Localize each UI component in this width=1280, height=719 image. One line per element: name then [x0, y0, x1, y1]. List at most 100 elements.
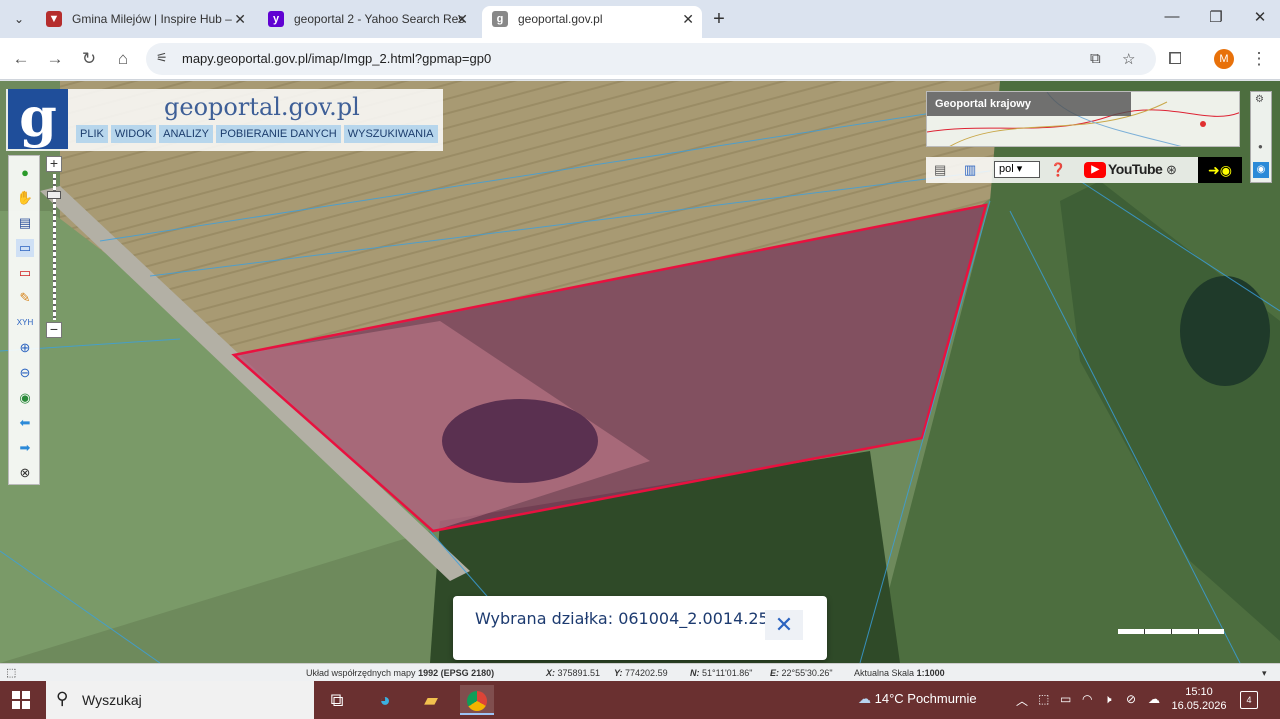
- notification-count: 4: [1246, 695, 1252, 705]
- geoportal-logo[interactable]: g: [8, 89, 68, 149]
- close-window-icon[interactable]: ✕: [1248, 8, 1272, 26]
- previous-view-icon[interactable]: ⬅: [16, 414, 34, 432]
- zoom-plus-button[interactable]: +: [46, 156, 62, 172]
- menu-pobieranie-danych[interactable]: POBIERANIE DANYCH: [216, 125, 341, 143]
- zoom-minus-button[interactable]: −: [46, 322, 62, 338]
- top-right-toolbar: ▤ ▥ pol ▾ ❓ ▶ YouTube ⊛ ➜◉: [926, 157, 1242, 183]
- main-menu: PLIK WIDOK ANALIZY POBIERANIE DANYCH WYS…: [76, 125, 438, 143]
- address-bar: ← → ↻ ⌂ ⚟ mapy.geoportal.gov.pl/imap/Img…: [0, 38, 1280, 80]
- extensions-icon[interactable]: ⧠: [1164, 48, 1186, 70]
- geoportal-icon: g: [492, 11, 508, 27]
- map-view[interactable]: g geoportal.gov.pl PLIK WIDOK ANALIZY PO…: [0, 81, 1280, 663]
- clock-time: 15:10: [1185, 686, 1213, 698]
- x-label: X:: [546, 668, 555, 678]
- layers-icon[interactable]: ⚙: [1255, 94, 1264, 105]
- onedrive-icon[interactable]: ☁: [1148, 692, 1160, 706]
- close-popup-button[interactable]: ✕: [765, 610, 803, 640]
- close-icon[interactable]: ✕: [682, 6, 694, 32]
- language-value: pol: [999, 163, 1014, 175]
- menu-wyszukiwania[interactable]: WYSZUKIWANIA: [343, 125, 438, 143]
- reload-icon[interactable]: ↻: [78, 48, 100, 70]
- tab-title: geoportal 2 - Yahoo Search Res: [294, 12, 465, 26]
- install-app-icon[interactable]: ⧉: [1090, 50, 1101, 67]
- coord-x: X: 375891.51: [546, 665, 600, 681]
- network-off-icon[interactable]: ⊘: [1126, 692, 1136, 706]
- bookmark-star-icon[interactable]: ☆: [1122, 50, 1135, 68]
- crs-label: Układ współrzędnych mapy: [306, 668, 416, 678]
- task-view-icon[interactable]: ⧉: [320, 685, 354, 715]
- close-icon[interactable]: ✕: [234, 6, 246, 32]
- overview-map[interactable]: Geoportal krajowy: [926, 91, 1240, 147]
- resize-icon[interactable]: ⬚: [6, 665, 16, 681]
- selected-parcel-text: Wybrana działka: 061004_2.0014.257: [475, 609, 779, 628]
- wifi-icon[interactable]: ◠: [1082, 692, 1092, 706]
- select-area-icon[interactable]: ▭: [16, 239, 34, 257]
- zoom-handle[interactable]: [47, 191, 61, 199]
- map-tools: ● ✋ ▤ ▭ ▭ ✎ XYH ⊕ ⊖ ◉ ⬅ ➡ ⊗: [8, 155, 40, 485]
- help-icon[interactable]: ❓: [1050, 162, 1066, 178]
- close-icon[interactable]: ✕: [456, 6, 468, 32]
- tray-app-icon[interactable]: ⬚: [1038, 692, 1049, 706]
- file-explorer-icon[interactable]: ▰: [414, 685, 448, 715]
- battery-icon[interactable]: ▭: [1060, 692, 1071, 706]
- search-icon: ⚲: [56, 689, 69, 708]
- legend-icon[interactable]: ▤: [16, 214, 34, 232]
- right-side-panel[interactable]: ⚙ ● ◉: [1250, 91, 1272, 183]
- zoom-out-icon[interactable]: ⊖: [16, 364, 34, 382]
- next-view-icon[interactable]: ➡: [16, 439, 34, 457]
- url-field[interactable]: ⚟ mapy.geoportal.gov.pl/imap/Imgp_2.html…: [146, 43, 1156, 75]
- youtube-link[interactable]: ▶ YouTube: [1084, 161, 1163, 179]
- dot-icon[interactable]: ●: [1258, 142, 1263, 151]
- collapse-icon[interactable]: ▾: [1262, 665, 1267, 681]
- tab-inspire-hub[interactable]: ▼ Gmina Milejów | Inspire Hub – ✕: [36, 6, 254, 38]
- globe-icon[interactable]: ◉: [16, 389, 34, 407]
- tab-geoportal[interactable]: g geoportal.gov.pl ✕: [482, 6, 702, 38]
- coordinates-icon[interactable]: XYH: [16, 314, 34, 332]
- menu-widok[interactable]: WIDOK: [110, 125, 157, 143]
- edge-icon[interactable]: ◕: [368, 685, 402, 715]
- minimize-icon[interactable]: —: [1160, 8, 1184, 25]
- site-info-icon[interactable]: ⚟: [156, 50, 168, 66]
- print-list-icon[interactable]: ▤: [934, 162, 946, 178]
- scale-value: 1:1000: [916, 668, 945, 678]
- n-label: N:: [690, 668, 700, 678]
- home-icon[interactable]: ⌂: [112, 48, 134, 70]
- taskbar-search[interactable]: ⚲ Wyszukaj: [46, 681, 314, 719]
- menu-plik[interactable]: PLIK: [76, 125, 108, 143]
- info-icon[interactable]: ●: [16, 164, 34, 182]
- volume-icon[interactable]: 🕨: [1104, 692, 1112, 707]
- tab-yahoo-search[interactable]: y geoportal 2 - Yahoo Search Res ✕: [258, 6, 476, 38]
- back-icon[interactable]: ←: [10, 48, 32, 70]
- tray-chevron-icon[interactable]: ︿: [1016, 692, 1028, 709]
- ems-icon[interactable]: ▥: [964, 162, 976, 178]
- chrome-icon[interactable]: [460, 685, 494, 715]
- tab-title: Gmina Milejów | Inspire Hub –: [72, 12, 232, 26]
- contrast-eye-icon[interactable]: ➜◉: [1198, 157, 1242, 183]
- x-value: 375891.51: [557, 668, 601, 678]
- forward-icon[interactable]: →: [44, 48, 66, 70]
- avatar[interactable]: M: [1214, 49, 1234, 69]
- accessibility-wheel-icon[interactable]: ⊛: [1166, 162, 1177, 178]
- tab-search-icon[interactable]: ⌄: [8, 8, 30, 30]
- browser-menu-icon[interactable]: ⋮: [1248, 48, 1270, 70]
- clock-date: 16.05.2026: [1171, 700, 1227, 712]
- notifications-icon[interactable]: 4: [1240, 691, 1258, 709]
- zoom-in-icon[interactable]: ⊕: [16, 339, 34, 357]
- weather-widget[interactable]: ☁ 14°C Pochmurnie: [858, 691, 977, 707]
- url-text: mapy.geoportal.gov.pl/imap/Imgp_2.html?g…: [182, 51, 492, 66]
- screen: ⌄ ▼ Gmina Milejów | Inspire Hub – ✕ y ge…: [0, 0, 1280, 719]
- menu-analizy[interactable]: ANALIZY: [159, 125, 213, 143]
- draw-pencil-icon[interactable]: ✎: [16, 289, 34, 307]
- help-wheel-icon[interactable]: ⊗: [16, 464, 34, 482]
- zoom-slider[interactable]: + −: [46, 156, 64, 340]
- visibility-eye-icon[interactable]: ◉: [1253, 162, 1269, 178]
- scale-label: Aktualna Skala: [854, 668, 915, 678]
- new-tab-button[interactable]: +: [708, 8, 730, 30]
- language-select[interactable]: pol ▾: [994, 161, 1040, 178]
- windows-start-icon[interactable]: [12, 691, 30, 709]
- restore-icon[interactable]: ❐: [1204, 8, 1228, 26]
- system-clock[interactable]: 15:10 16.05.2026: [1170, 685, 1228, 713]
- pan-hand-icon[interactable]: ✋: [16, 189, 34, 207]
- select-parcel-icon[interactable]: ▭: [16, 264, 34, 282]
- y-value: 774202.59: [625, 668, 668, 678]
